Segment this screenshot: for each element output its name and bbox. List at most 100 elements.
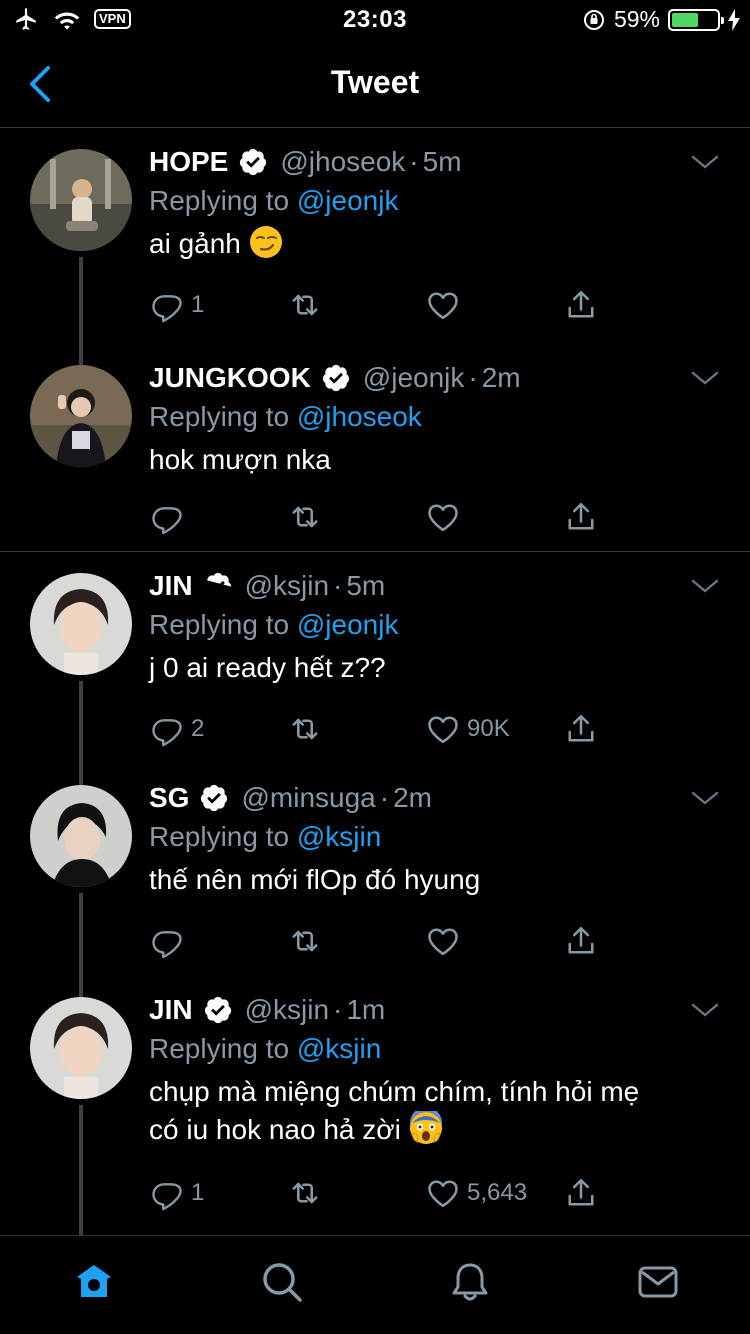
share-button[interactable] bbox=[563, 497, 599, 537]
tweet-text: ai gảnh bbox=[149, 225, 720, 263]
tweet-thread[interactable]: HOPE @jhoseok · 5m Replying to @jeonjk a… bbox=[0, 129, 750, 1235]
tweet-text: thế nên mới flOp đó hyung bbox=[149, 864, 481, 895]
tweet-actions: 1 bbox=[149, 285, 619, 325]
reply-button[interactable] bbox=[149, 497, 191, 537]
chevron-down-icon[interactable] bbox=[690, 787, 720, 809]
retweet-button[interactable] bbox=[287, 1173, 329, 1213]
thread-connector bbox=[79, 893, 83, 977]
handle[interactable]: @jhoseok bbox=[280, 146, 405, 178]
separator-dot: · bbox=[409, 146, 419, 177]
share-icon bbox=[568, 714, 594, 742]
page-title: Tweet bbox=[330, 64, 420, 100]
retweet-button[interactable] bbox=[287, 497, 329, 537]
handle[interactable]: @ksjin bbox=[245, 570, 329, 602]
chevron-down-icon[interactable] bbox=[690, 575, 720, 597]
tweet-actions: 1 5,643 bbox=[149, 1173, 619, 1213]
handle[interactable]: @jeonjk bbox=[363, 362, 465, 394]
smirk-emoji-icon bbox=[249, 226, 282, 258]
heart-icon bbox=[428, 928, 458, 956]
mention-link[interactable]: @ksjin bbox=[297, 1033, 381, 1064]
avatar[interactable] bbox=[30, 997, 132, 1099]
timestamp: 5m bbox=[422, 146, 462, 177]
reply-button[interactable] bbox=[149, 921, 191, 961]
reply-icon bbox=[152, 931, 182, 959]
replying-to-label: Replying to bbox=[149, 609, 290, 640]
chevron-down-icon[interactable] bbox=[690, 151, 720, 173]
reply-button[interactable]: 2 bbox=[149, 709, 204, 749]
tweet-text-content: có iu hok nao hả zời bbox=[149, 1114, 401, 1145]
orientation-lock-icon bbox=[583, 9, 604, 30]
home-icon[interactable] bbox=[72, 1260, 116, 1304]
display-name[interactable]: SG bbox=[149, 782, 189, 814]
like-button[interactable]: 90K bbox=[425, 709, 510, 749]
notifications-icon[interactable] bbox=[448, 1260, 492, 1304]
chevron-down-icon[interactable] bbox=[690, 999, 720, 1021]
tweet[interactable]: JIN @ksjin · 1m Replying to @ksjin chụp … bbox=[0, 977, 750, 1235]
verified-badge-icon bbox=[206, 572, 231, 592]
share-button[interactable] bbox=[563, 285, 599, 325]
timestamp: 5m bbox=[346, 570, 386, 601]
replying-to-label: Replying to bbox=[149, 1033, 290, 1064]
battery-fill bbox=[672, 12, 698, 27]
status-bar: VPN 23:03 59% bbox=[0, 0, 750, 40]
tweet-text-line: chụp mà miệng chúm chím, tính hỏi mẹ bbox=[149, 1076, 640, 1107]
thread-connector bbox=[79, 345, 83, 365]
tweet-text: hok mượn nka bbox=[149, 444, 331, 475]
display-name[interactable]: HOPE bbox=[149, 146, 228, 178]
mention-link[interactable]: @jhoseok bbox=[297, 401, 422, 432]
like-button[interactable] bbox=[425, 497, 467, 537]
handle[interactable]: @ksjin bbox=[245, 994, 329, 1026]
tweet-actions bbox=[149, 497, 619, 537]
scream-emoji-icon bbox=[409, 1111, 442, 1144]
avatar[interactable] bbox=[30, 573, 132, 675]
tweet[interactable]: JUNGKOOK @jeonjk · 2m Replying to @jhose… bbox=[0, 345, 750, 552]
reply-button[interactable]: 1 bbox=[149, 1173, 204, 1213]
tweet[interactable]: JIN @ksjin · 5m Replying to @jeonjk j 0 … bbox=[0, 553, 750, 765]
tweet-text: j 0 ai ready hết z?? bbox=[149, 652, 386, 683]
like-button[interactable]: 5,643 bbox=[425, 1173, 527, 1213]
tweet[interactable]: HOPE @jhoseok · 5m Replying to @jeonjk a… bbox=[0, 129, 750, 345]
mention-link[interactable]: @ksjin bbox=[297, 821, 381, 852]
share-icon bbox=[568, 502, 594, 530]
retweet-icon bbox=[292, 718, 318, 740]
reply-count: 2 bbox=[191, 715, 205, 742]
avatar[interactable] bbox=[30, 149, 132, 251]
share-button[interactable] bbox=[563, 1173, 599, 1213]
share-button[interactable] bbox=[563, 921, 599, 961]
mention-link[interactable]: @jeonjk bbox=[297, 185, 399, 216]
verified-badge-icon bbox=[322, 364, 349, 392]
retweet-icon bbox=[292, 294, 318, 316]
like-button[interactable] bbox=[425, 921, 467, 961]
avatar[interactable] bbox=[30, 785, 132, 887]
mention-link[interactable]: @jeonjk bbox=[297, 609, 399, 640]
verified-badge-icon bbox=[240, 148, 267, 176]
retweet-icon bbox=[292, 506, 318, 528]
retweet-button[interactable] bbox=[287, 709, 329, 749]
reply-icon bbox=[152, 507, 182, 535]
reply-icon bbox=[152, 1183, 182, 1211]
avatar[interactable] bbox=[30, 365, 132, 467]
timestamp: 2m bbox=[393, 782, 432, 813]
messages-icon[interactable] bbox=[636, 1260, 680, 1304]
thread-connector bbox=[79, 765, 83, 785]
thread-connector bbox=[79, 681, 83, 765]
nav-bar: Tweet bbox=[0, 40, 750, 128]
chevron-down-icon[interactable] bbox=[690, 367, 720, 389]
replying-to-label: Replying to bbox=[149, 821, 290, 852]
like-count: 90K bbox=[467, 715, 510, 742]
tweet[interactable]: SG @minsuga · 2m Replying to @ksjin thế … bbox=[0, 765, 750, 977]
share-button[interactable] bbox=[563, 709, 599, 749]
heart-icon bbox=[428, 504, 458, 532]
display-name[interactable]: JIN bbox=[149, 570, 193, 602]
display-name[interactable]: JIN bbox=[149, 994, 193, 1026]
reply-button[interactable]: 1 bbox=[149, 285, 204, 325]
handle[interactable]: @minsuga bbox=[241, 782, 375, 814]
thread-connector bbox=[79, 257, 83, 345]
tweet-text-content: ai gảnh bbox=[149, 228, 241, 259]
retweet-button[interactable] bbox=[287, 921, 329, 961]
replying-to: Replying to @jeonjk bbox=[149, 181, 720, 221]
display-name[interactable]: JUNGKOOK bbox=[149, 362, 311, 394]
like-button[interactable] bbox=[425, 285, 467, 325]
search-icon[interactable] bbox=[260, 1260, 304, 1304]
retweet-button[interactable] bbox=[287, 285, 329, 325]
